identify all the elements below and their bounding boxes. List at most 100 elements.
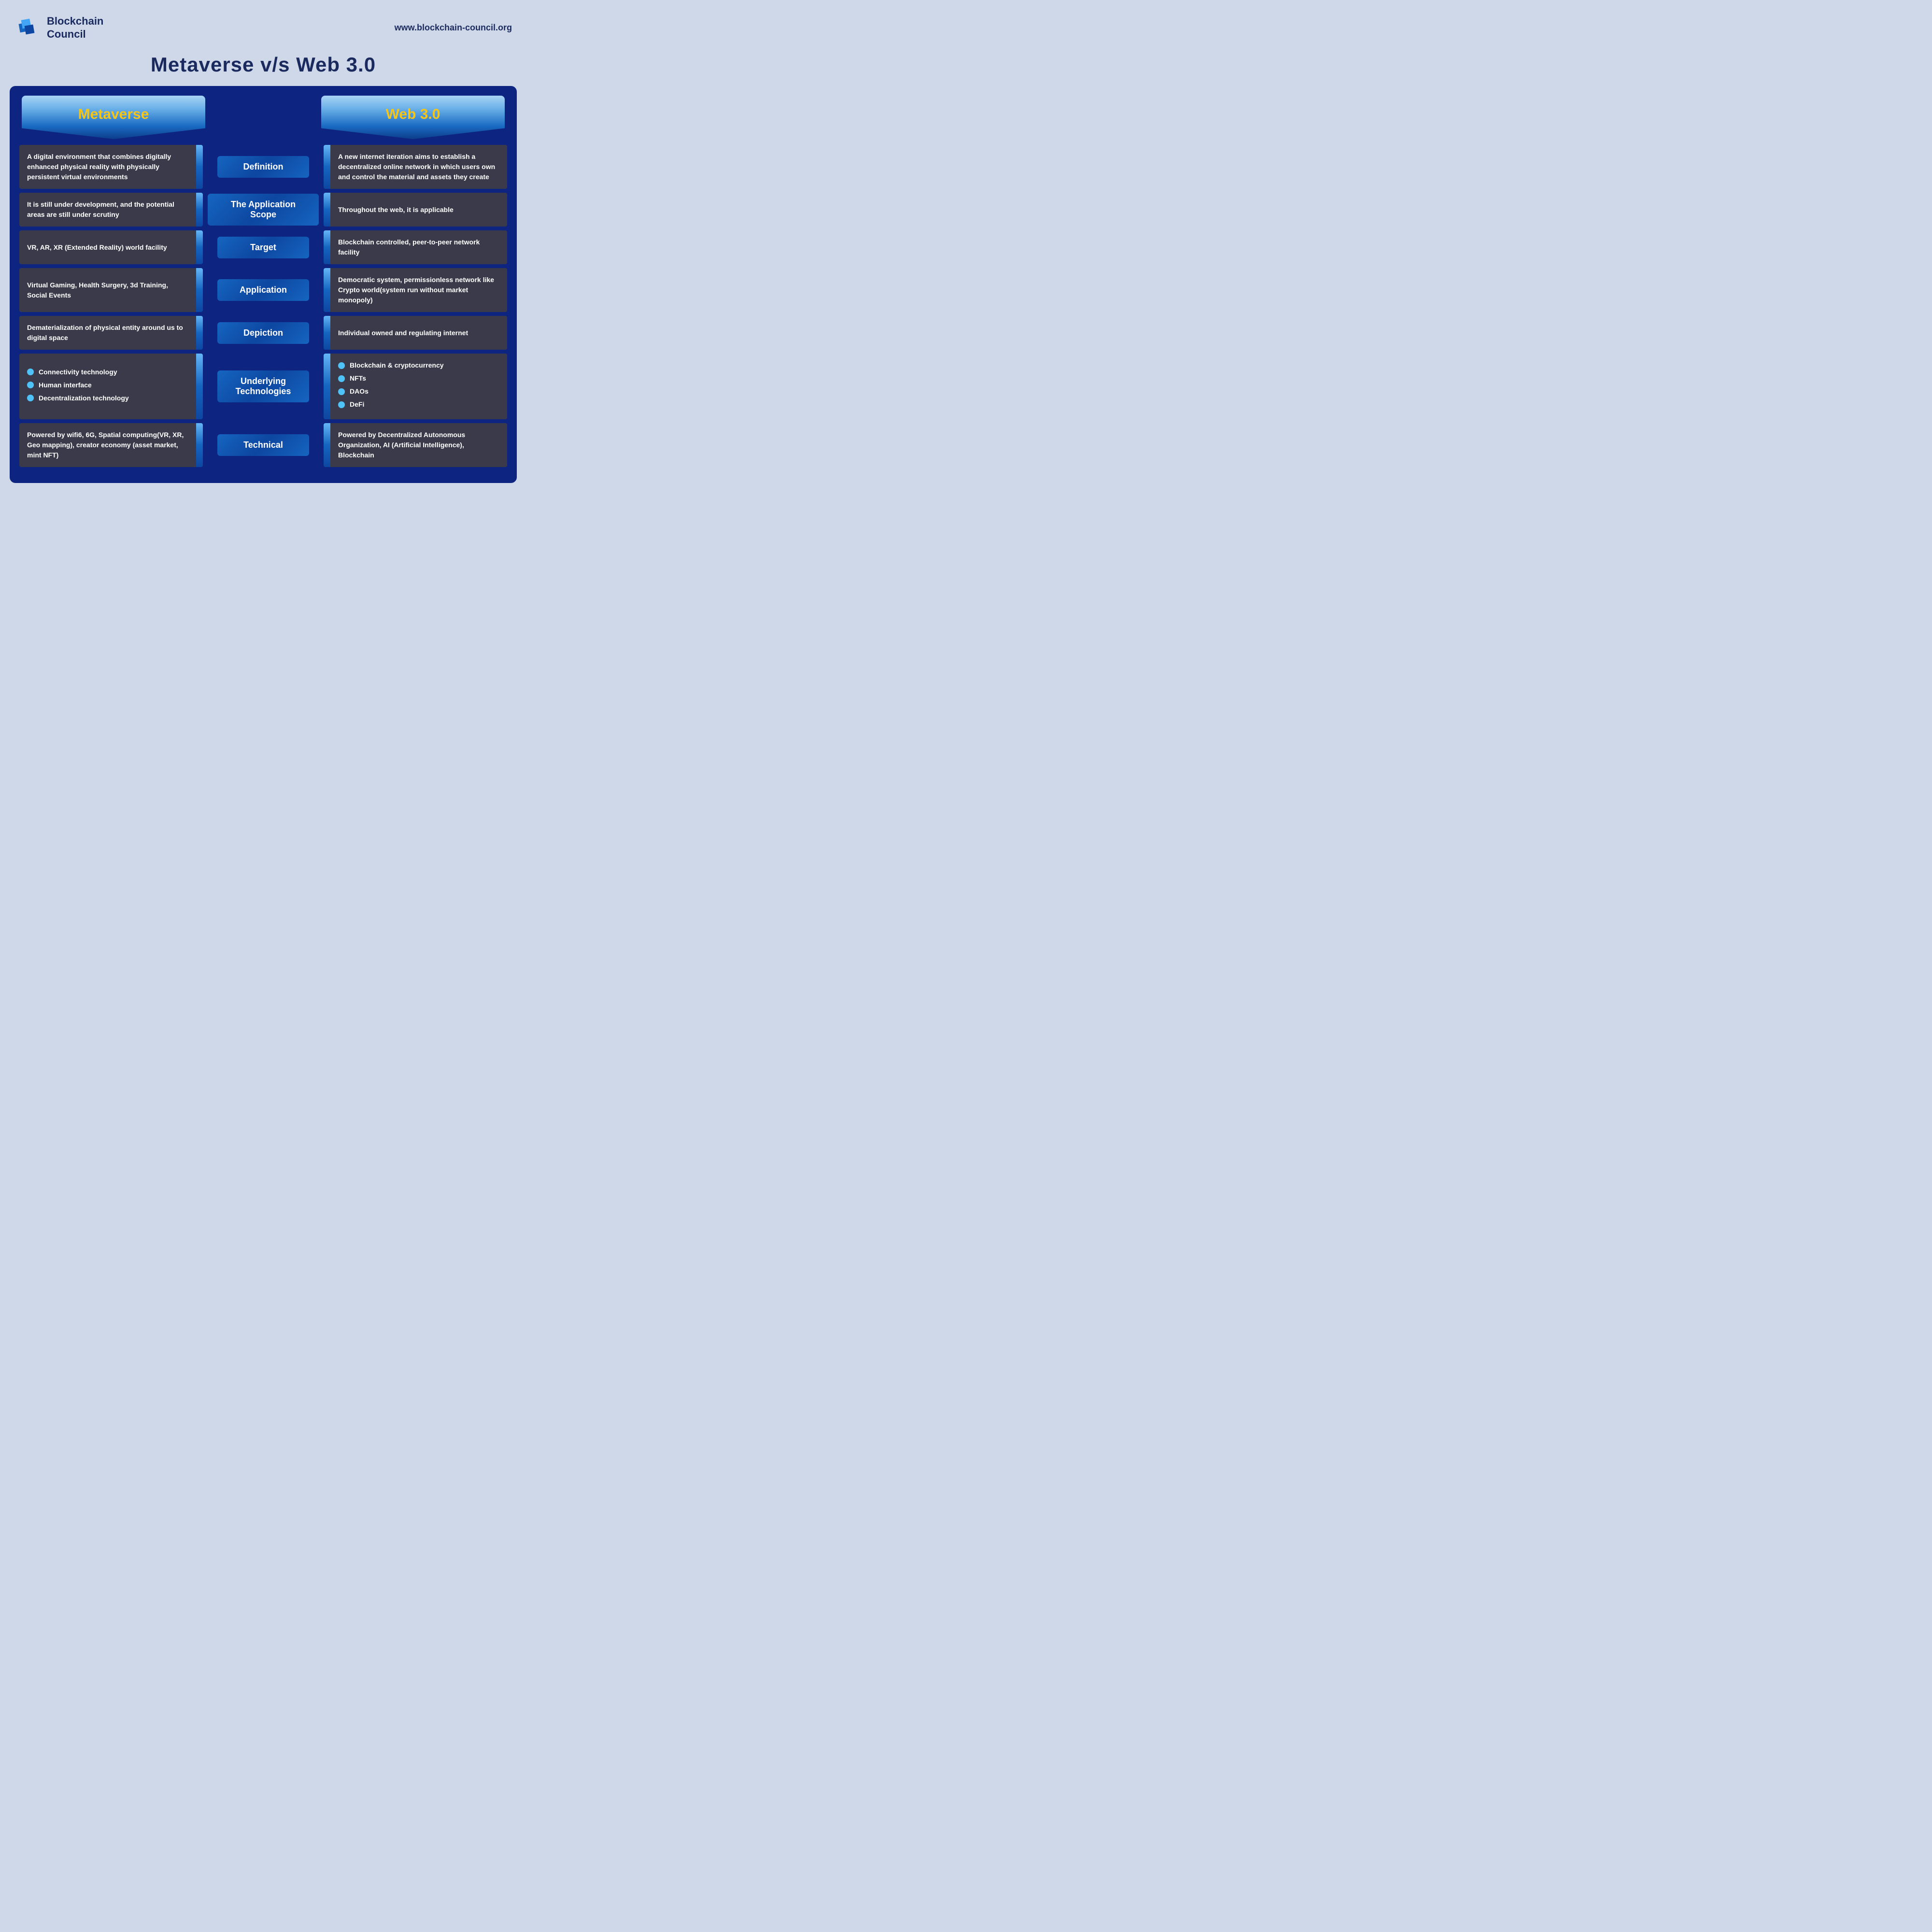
center-label-box-2: Target xyxy=(217,237,309,258)
left-cell-wrapper-0: A digital environment that combines digi… xyxy=(19,145,203,189)
bullet-item: Connectivity technology xyxy=(27,367,129,377)
bullet-dot xyxy=(27,382,34,388)
center-label-1: The Application Scope xyxy=(217,199,309,220)
content-area: Metaverse Web 3.0 A digital environment … xyxy=(10,86,517,483)
left-cell-wrapper-2: VR, AR, XR (Extended Reality) world faci… xyxy=(19,230,203,264)
metaverse-title: Metaverse xyxy=(78,106,149,128)
brand-name2: Council xyxy=(47,28,103,41)
center-label-4: Depiction xyxy=(227,328,299,338)
main-title: Metaverse v/s Web 3.0 xyxy=(10,48,517,86)
row-6: Powered by wifi6, 6G, Spatial computing(… xyxy=(19,423,507,467)
left-cell-wrapper-1: It is still under development, and the p… xyxy=(19,193,203,227)
bullet-dot xyxy=(27,395,34,401)
blue-tab-right-4 xyxy=(324,316,330,350)
center-cell-6: Technical xyxy=(203,423,324,467)
center-label-box-6: Technical xyxy=(217,434,309,456)
col-headers: Metaverse Web 3.0 xyxy=(19,96,507,139)
right-cell-wrapper-3: Democratic system, permissionless networ… xyxy=(324,268,507,312)
right-cell-1: Throughout the web, it is applicable xyxy=(330,193,507,227)
left-cell-5: Connectivity technology Human interface De… xyxy=(19,354,196,419)
center-cell-3: Application xyxy=(203,268,324,312)
center-label-box-4: Depiction xyxy=(217,322,309,344)
logo-text: Blockchain Council xyxy=(47,15,103,41)
bullet-item: Human interface xyxy=(27,380,129,390)
row-2: VR, AR, XR (Extended Reality) world faci… xyxy=(19,230,507,264)
blockchain-council-logo xyxy=(14,14,41,41)
blue-tab-right-2 xyxy=(324,230,330,264)
center-label-5: Underlying Technologies xyxy=(227,376,299,397)
right-cell-wrapper-6: Powered by Decentralized Autonomous Orga… xyxy=(324,423,507,467)
bullet-item: DeFi xyxy=(338,399,444,410)
metaverse-header: Metaverse xyxy=(22,96,205,139)
right-cell-wrapper-0: A new internet iteration aims to establi… xyxy=(324,145,507,189)
bullet-dot xyxy=(338,401,345,408)
bullet-dot xyxy=(338,388,345,395)
blue-tab-left-5 xyxy=(196,354,203,419)
right-cell-0: A new internet iteration aims to establi… xyxy=(330,145,507,189)
center-label-0: Definition xyxy=(227,162,299,172)
left-cell-1: It is still under development, and the p… xyxy=(19,193,196,227)
right-cell-wrapper-2: Blockchain controlled, peer-to-peer netw… xyxy=(324,230,507,264)
left-cell-wrapper-6: Powered by wifi6, 6G, Spatial computing(… xyxy=(19,423,203,467)
row-4: Dematerialization of physical entity aro… xyxy=(19,316,507,350)
center-cell-1: The Application Scope xyxy=(203,193,324,227)
row-5: Connectivity technology Human interface De… xyxy=(19,354,507,419)
center-label-box-1: The Application Scope xyxy=(208,194,319,226)
website-url: www.blockchain-council.org xyxy=(395,23,512,33)
left-cell-4: Dematerialization of physical entity aro… xyxy=(19,316,196,350)
center-label-2: Target xyxy=(227,242,299,253)
right-cell-5: Blockchain & cryptocurrency NFTs DAOs DeFi xyxy=(330,354,507,419)
row-3: Virtual Gaming, Health Surgery, 3d Train… xyxy=(19,268,507,312)
bullet-dot xyxy=(338,362,345,369)
blue-tab-right-0 xyxy=(324,145,330,189)
right-cell-2: Blockchain controlled, peer-to-peer netw… xyxy=(330,230,507,264)
blue-tab-right-5 xyxy=(324,354,330,419)
blue-tab-left-3 xyxy=(196,268,203,312)
right-cell-6: Powered by Decentralized Autonomous Orga… xyxy=(330,423,507,467)
bullet-item: Decentralization technology xyxy=(27,393,129,403)
blue-tab-right-1 xyxy=(324,193,330,227)
header: Blockchain Council www.blockchain-counci… xyxy=(10,10,517,48)
blue-tab-left-4 xyxy=(196,316,203,350)
page-wrapper: Blockchain Council www.blockchain-counci… xyxy=(0,0,526,497)
left-cell-wrapper-3: Virtual Gaming, Health Surgery, 3d Train… xyxy=(19,268,203,312)
right-cell-4: Individual owned and regulating internet xyxy=(330,316,507,350)
web3-header: Web 3.0 xyxy=(321,96,505,139)
right-cell-3: Democratic system, permissionless networ… xyxy=(330,268,507,312)
blue-tab-right-6 xyxy=(324,423,330,467)
center-label-box-0: Definition xyxy=(217,156,309,178)
rows-container: A digital environment that combines digi… xyxy=(19,145,507,467)
brand-name: Blockchain xyxy=(47,15,103,28)
blue-tab-left-0 xyxy=(196,145,203,189)
blue-tab-left-6 xyxy=(196,423,203,467)
center-label-6: Technical xyxy=(227,440,299,450)
right-cell-wrapper-1: Throughout the web, it is applicable xyxy=(324,193,507,227)
left-cell-3: Virtual Gaming, Health Surgery, 3d Train… xyxy=(19,268,196,312)
center-label-box-3: Application xyxy=(217,279,309,301)
left-cell-6: Powered by wifi6, 6G, Spatial computing(… xyxy=(19,423,196,467)
bullet-item: NFTs xyxy=(338,373,444,384)
center-cell-2: Target xyxy=(203,230,324,264)
center-label-box-5: Underlying Technologies xyxy=(217,370,309,402)
left-cell-2: VR, AR, XR (Extended Reality) world faci… xyxy=(19,230,196,264)
row-0: A digital environment that combines digi… xyxy=(19,145,507,189)
bullet-dot xyxy=(338,375,345,382)
logo-area: Blockchain Council xyxy=(14,14,103,41)
center-cell-4: Depiction xyxy=(203,316,324,350)
row-1: It is still under development, and the p… xyxy=(19,193,507,227)
center-cell-0: Definition xyxy=(203,145,324,189)
bullet-item: DAOs xyxy=(338,386,444,397)
left-cell-0: A digital environment that combines digi… xyxy=(19,145,196,189)
left-cell-wrapper-4: Dematerialization of physical entity aro… xyxy=(19,316,203,350)
center-cell-5: Underlying Technologies xyxy=(203,354,324,419)
left-cell-wrapper-5: Connectivity technology Human interface De… xyxy=(19,354,203,419)
right-cell-wrapper-5: Blockchain & cryptocurrency NFTs DAOs DeFi xyxy=(324,354,507,419)
bullet-item: Blockchain & cryptocurrency xyxy=(338,360,444,370)
blue-tab-left-1 xyxy=(196,193,203,227)
right-cell-wrapper-4: Individual owned and regulating internet xyxy=(324,316,507,350)
bullet-dot xyxy=(27,369,34,375)
center-label-3: Application xyxy=(227,285,299,295)
blue-tab-right-3 xyxy=(324,268,330,312)
blue-tab-left-2 xyxy=(196,230,203,264)
web3-title: Web 3.0 xyxy=(386,106,440,128)
